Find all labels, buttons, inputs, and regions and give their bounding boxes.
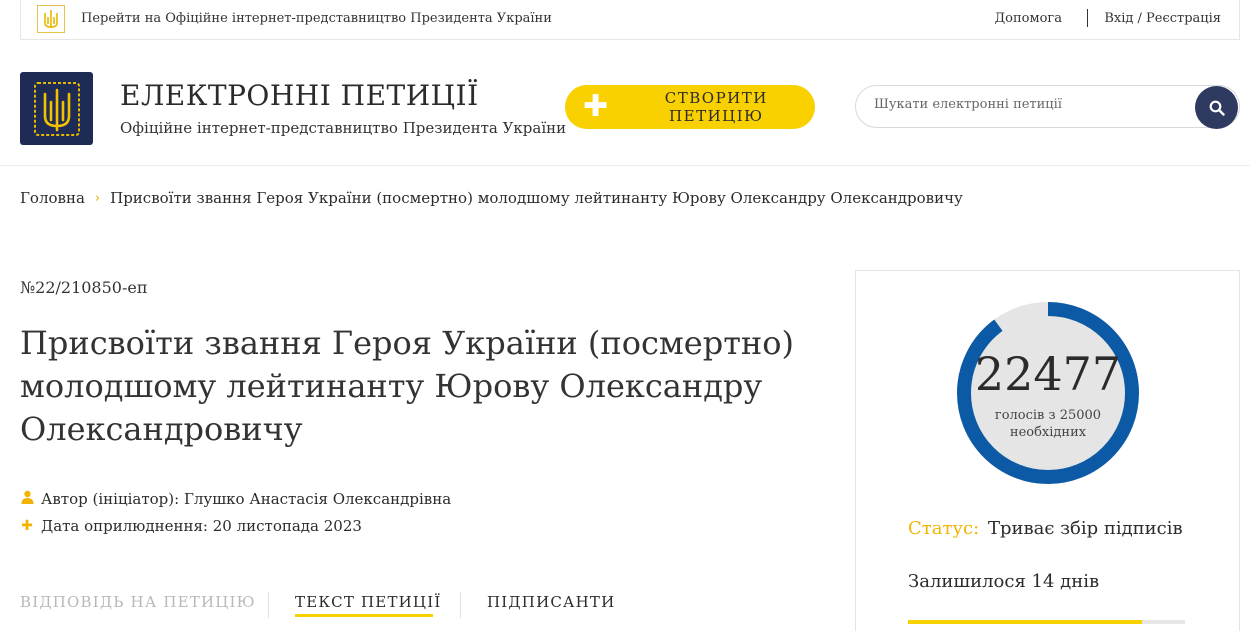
help-link[interactable]: Допомога [995,11,1062,26]
search-icon [1209,100,1225,116]
top-bar: Перейти на Офіційне інтернет-представниц… [20,0,1240,40]
petition-title: Присвоїти звання Героя України (посмертн… [20,324,794,448]
user-icon [20,490,34,508]
time-progress-fill [908,620,1142,624]
days-remaining: Залишилося 14 днів [908,571,1100,592]
time-progress-track [908,620,1185,624]
create-petition-label: СТВОРИТИ ПЕТИЦІЮ [664,89,768,125]
site-title[interactable]: ЕЛЕКТРОННІ ПЕТИЦІЇ [120,79,479,112]
date-row: ✚ Дата оприлюднення: 20 листопада 2023 [20,517,362,535]
header-divider [0,165,1250,166]
search-button[interactable] [1195,86,1238,129]
active-tab-indicator [295,614,433,617]
trident-icon[interactable] [37,5,65,33]
tab-divider [268,592,269,618]
petition-number: №22/210850-еп [20,278,148,297]
create-petition-button[interactable]: ✚ СТВОРИТИ ПЕТИЦІЮ [565,85,815,129]
votes-gauge: 22477 голосів з 25000 необхідних [956,301,1140,485]
tab-divider [460,592,461,618]
breadcrumb: Головна › Присвоїти звання Героя України… [20,189,963,207]
plus-icon: ✚ [21,518,33,534]
search-input[interactable] [874,97,1184,112]
author-text: Автор (ініціатор): Глушко Анастасія Олек… [41,490,452,508]
login-register-link[interactable]: Вхід / Реєстрація [1104,11,1221,26]
tab-signers[interactable]: ПІДПИСАНТИ [487,593,615,611]
status-label: Статус: [908,518,980,539]
status-value: Триває збір підписів [988,518,1183,539]
votes-panel: 22477 голосів з 25000 необхідних Статус:… [855,270,1240,631]
plus-icon: ✚ [583,89,610,124]
author-row: Автор (ініціатор): Глушко Анастасія Олек… [20,490,451,508]
votes-caption: голосів з 25000 необхідних [994,408,1102,440]
tab-answer[interactable]: ВІДПОВІДЬ НА ПЕТИЦІЮ [20,593,256,611]
trident-icon[interactable] [20,72,93,145]
breadcrumb-current: Присвоїти звання Героя України (посмертн… [110,189,963,207]
date-text: Дата оприлюднення: 20 листопада 2023 [41,517,362,535]
tab-petition-text[interactable]: ТЕКСТ ПЕТИЦІЇ [295,593,441,611]
chevron-right-icon: › [94,190,101,206]
search-box [855,85,1240,129]
breadcrumb-home[interactable]: Головна [20,189,85,207]
topbar-divider [1087,9,1088,27]
votes-count: 22477 [974,347,1122,401]
site-subtitle: Офіційне інтернет-представництво Президе… [120,119,567,137]
president-site-link[interactable]: Перейти на Офіційне інтернет-представниц… [81,11,552,26]
